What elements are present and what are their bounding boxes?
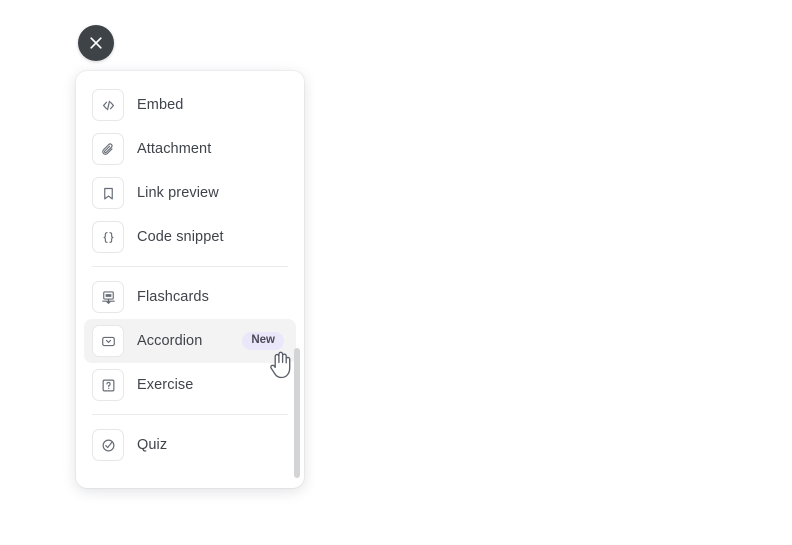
curly-braces-icon [92,221,124,253]
accordion-icon [92,325,124,357]
menu-group-embeds: Embed Attachment Link preview Code snipp… [76,83,304,259]
menu-item-label: Accordion [137,333,203,349]
menu-item-quiz[interactable]: Quiz [84,423,296,467]
menu-item-link-preview[interactable]: Link preview [84,171,296,215]
paperclip-icon [92,133,124,165]
menu-item-label: Flashcards [137,289,209,305]
menu-group-assessment: Quiz [76,423,304,467]
menu-item-exercise[interactable]: Exercise [84,363,296,407]
close-button[interactable] [78,25,114,61]
check-circle-icon [92,429,124,461]
menu-group-learning: Flashcards Accordion New Exercise [76,275,304,407]
menu-divider-1 [92,266,288,267]
menu-item-label: Quiz [137,437,168,453]
insert-block-menu: Embed Attachment Link preview Code snipp… [76,71,304,488]
scrollbar-track[interactable] [294,81,300,478]
menu-item-label: Link preview [137,185,219,201]
question-square-icon [92,369,124,401]
menu-item-accordion[interactable]: Accordion New [84,319,296,363]
status-badge: New [242,331,284,351]
menu-item-label: Attachment [137,141,212,157]
menu-item-embed[interactable]: Embed [84,83,296,127]
menu-item-label: Embed [137,97,184,113]
scrollbar-thumb[interactable] [294,348,300,478]
close-icon [89,36,103,50]
menu-divider-2 [92,414,288,415]
menu-item-flashcards[interactable]: Flashcards [84,275,296,319]
bookmark-icon [92,177,124,209]
flashcards-icon [92,281,124,313]
menu-item-label: Code snippet [137,229,224,245]
menu-item-label: Exercise [137,377,194,393]
menu-item-code-snippet[interactable]: Code snippet [84,215,296,259]
menu-list: Embed Attachment Link preview Code snipp… [76,71,304,488]
menu-item-attachment[interactable]: Attachment [84,127,296,171]
screen-root: Embed Attachment Link preview Code snipp… [0,0,792,545]
code-brackets-icon [92,89,124,121]
